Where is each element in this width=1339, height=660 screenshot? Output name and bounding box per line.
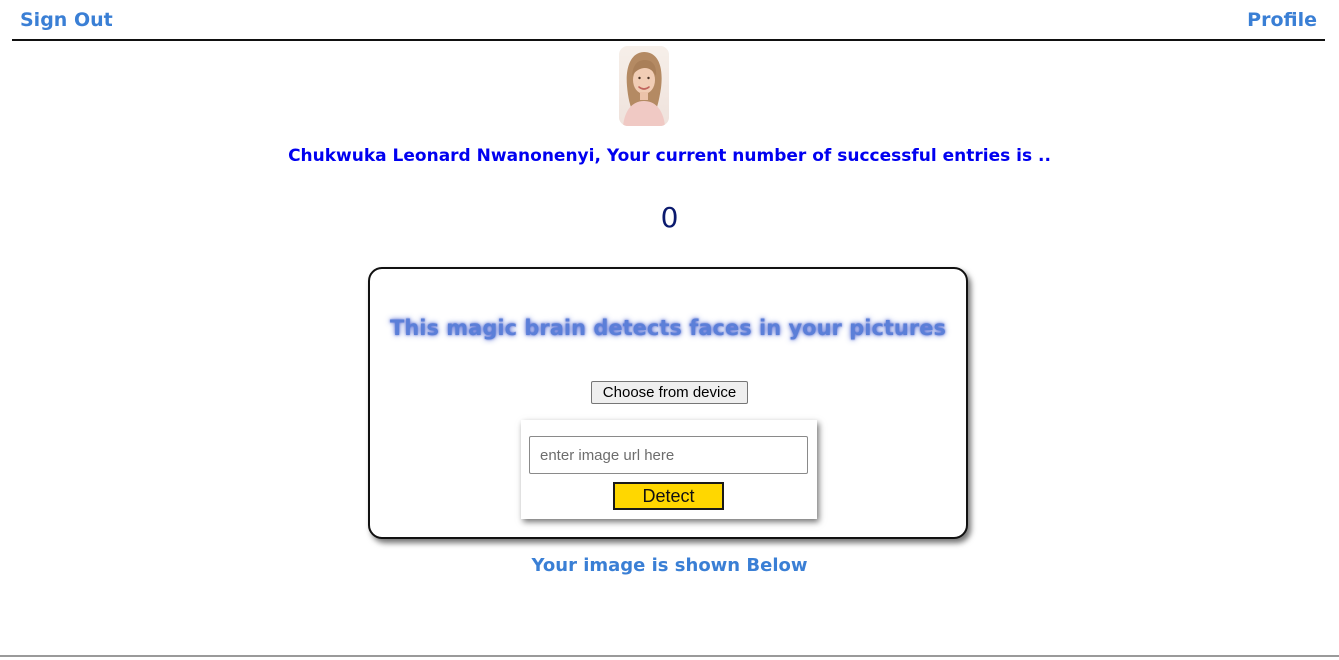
detect-button[interactable]: Detect: [613, 482, 724, 510]
avatar: [619, 46, 669, 126]
image-caption: Your image is shown Below: [531, 555, 808, 576]
sign-out-link[interactable]: Sign Out: [20, 9, 113, 31]
top-nav: Sign Out Profile: [12, 0, 1325, 41]
profile-link[interactable]: Profile: [1247, 9, 1317, 31]
greeting-text: Chukwuka Leonard Nwanonenyi, Your curren…: [288, 146, 1051, 166]
url-form: Detect: [521, 420, 817, 519]
image-url-input[interactable]: [529, 436, 808, 474]
user-portrait-icon: [619, 46, 669, 126]
card-title: This magic brain detects faces in your p…: [390, 316, 946, 340]
face-detect-card: This magic brain detects faces in your p…: [368, 267, 968, 539]
bottom-divider: [0, 655, 1339, 657]
choose-from-device-button[interactable]: Choose from device: [591, 381, 748, 404]
entries-count: 0: [660, 201, 679, 234]
